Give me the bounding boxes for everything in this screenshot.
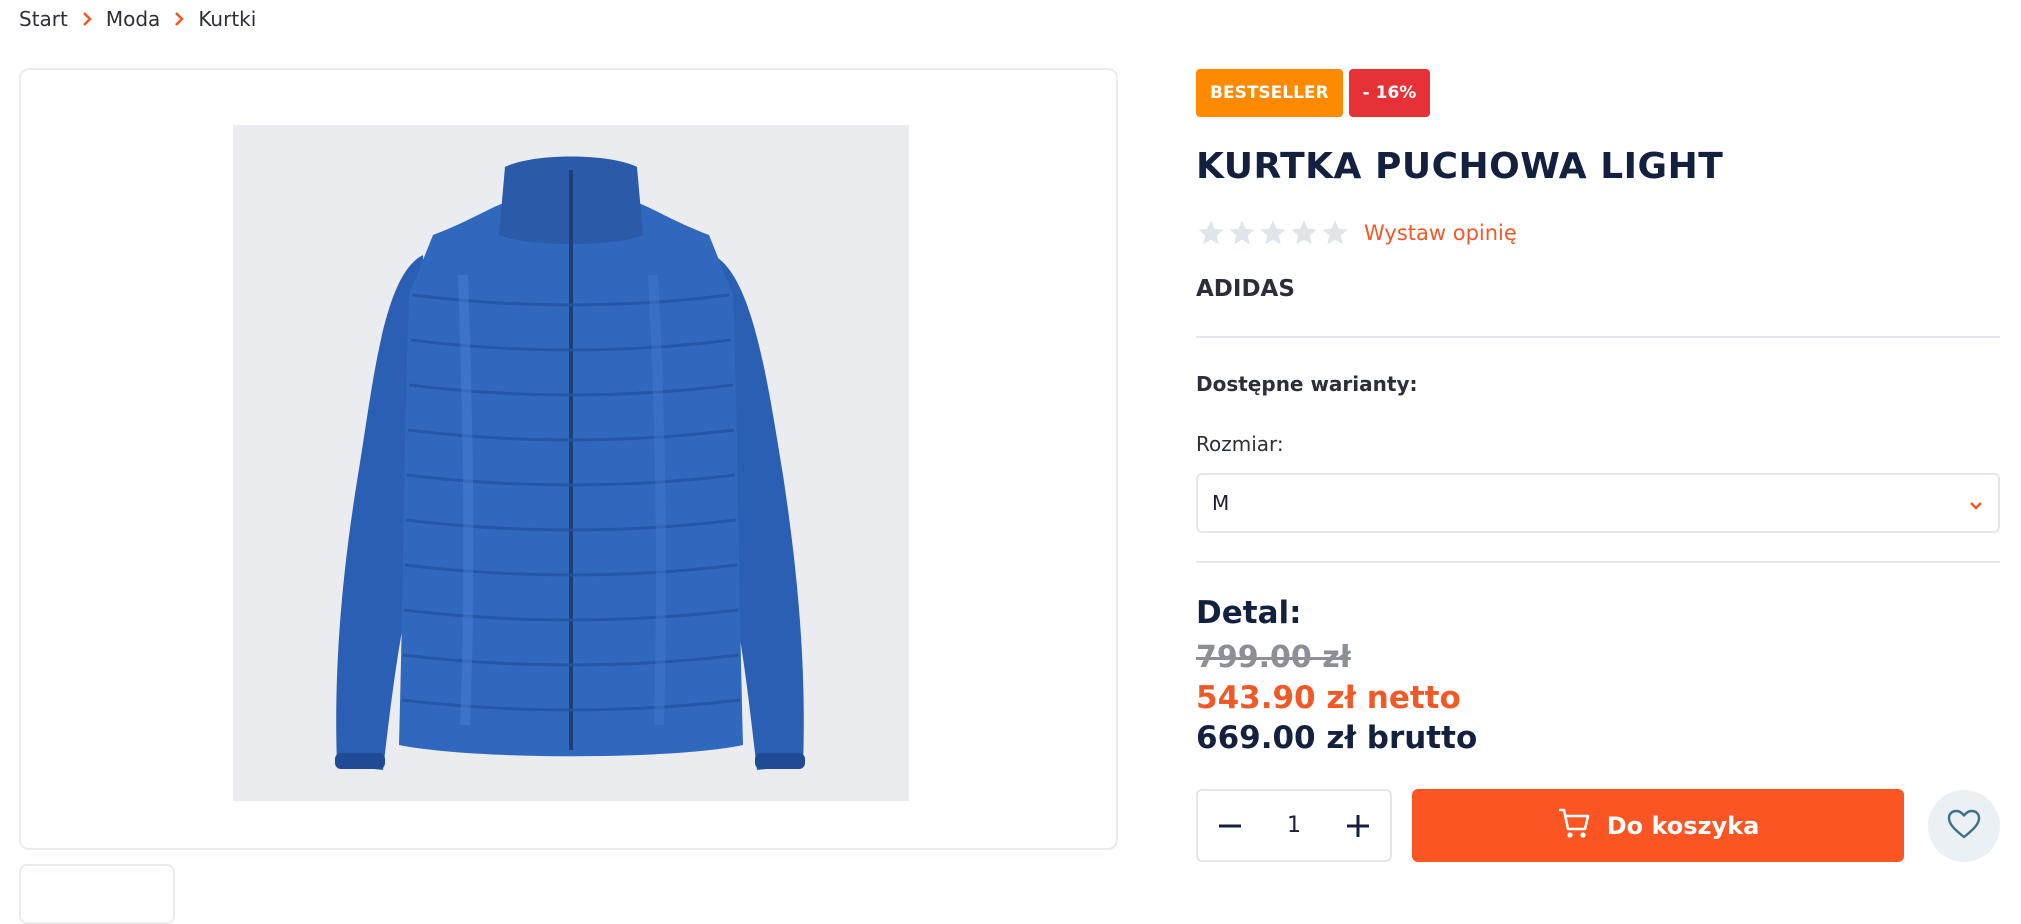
chevron-down-icon [1968, 495, 1984, 519]
star-icon [1322, 220, 1348, 245]
star-icon [1291, 220, 1317, 245]
quantity-stepper: 1 [1196, 789, 1392, 862]
price-label: Detal: [1196, 595, 1302, 631]
star-icon [1198, 220, 1224, 245]
brand-name[interactable]: ADIDAS [1196, 276, 1295, 302]
gross-price: 669.00 zł brutto [1196, 720, 1478, 756]
write-review-link[interactable]: Wystaw opinię [1364, 221, 1517, 245]
star-icon [1229, 220, 1255, 245]
discount-badge: - 16% [1348, 69, 1431, 117]
variants-heading: Dostępne warianty: [1196, 372, 1418, 396]
add-to-cart-button[interactable]: Do koszyka [1412, 789, 1904, 862]
product-info: BESTSELLER - 16% KURTKA PUCHOWA LIGHT Wy… [1196, 0, 2000, 888]
net-price: 543.90 zł netto [1196, 680, 1461, 716]
star-icon [1260, 220, 1286, 245]
chevron-right-icon [172, 12, 186, 26]
breadcrumb-moda[interactable]: Moda [106, 7, 160, 31]
divider [1196, 336, 2000, 338]
cart-icon [1557, 807, 1591, 845]
product-gallery [19, 68, 1118, 850]
wishlist-button[interactable] [1928, 790, 2000, 862]
product-title: KURTKA PUCHOWA LIGHT [1196, 146, 1724, 187]
rating-stars[interactable] [1196, 218, 1350, 248]
breadcrumb: Start Moda Kurtki [19, 6, 256, 32]
size-select[interactable]: M [1196, 473, 2000, 533]
heart-icon [1946, 808, 1982, 844]
rating: Wystaw opinię [1196, 218, 1517, 248]
breadcrumb-kurtki[interactable]: Kurtki [198, 7, 256, 31]
add-to-cart-label: Do koszyka [1606, 811, 1760, 840]
breadcrumb-start[interactable]: Start [19, 7, 68, 31]
size-label: Rozmiar: [1196, 432, 1284, 456]
size-select-value: M [1212, 491, 1230, 515]
gallery-thumbnail[interactable] [19, 864, 175, 924]
old-price: 799.00 zł [1196, 640, 1351, 675]
bestseller-badge: BESTSELLER [1196, 69, 1343, 117]
badges: BESTSELLER - 16% [1196, 69, 1431, 117]
quantity-value[interactable]: 1 [1287, 813, 1301, 838]
divider [1196, 561, 2000, 563]
minus-icon[interactable] [1212, 808, 1248, 844]
plus-icon[interactable] [1340, 808, 1376, 844]
chevron-right-icon [80, 12, 94, 26]
product-image[interactable] [233, 125, 909, 801]
